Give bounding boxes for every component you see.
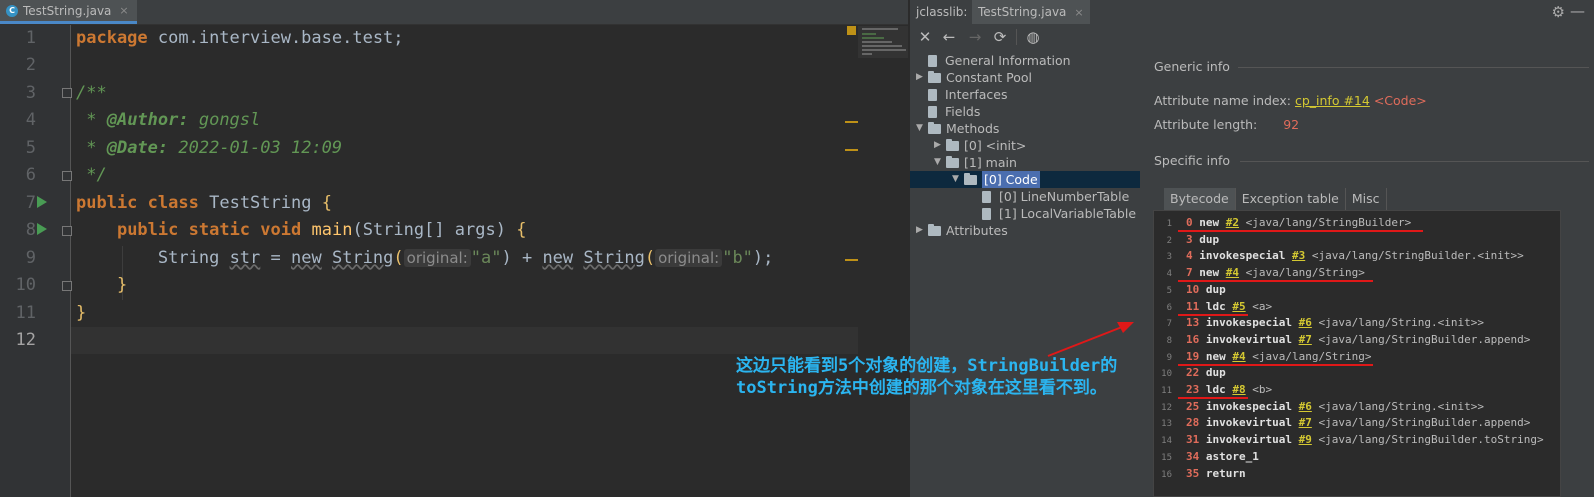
annotation-line-2: toString方法中创建的那个对象在这里看不到。 bbox=[736, 378, 1107, 398]
annotation-line-1: 这边只能看到5个对象的创建，StringBuilder的 bbox=[736, 356, 1118, 376]
annotation-overlay bbox=[1047, 322, 1134, 357]
annotation-note: 这边只能看到5个对象的创建，StringBuilder的 toString方法中… bbox=[736, 355, 1117, 399]
annotation-arrow bbox=[1047, 326, 1123, 357]
